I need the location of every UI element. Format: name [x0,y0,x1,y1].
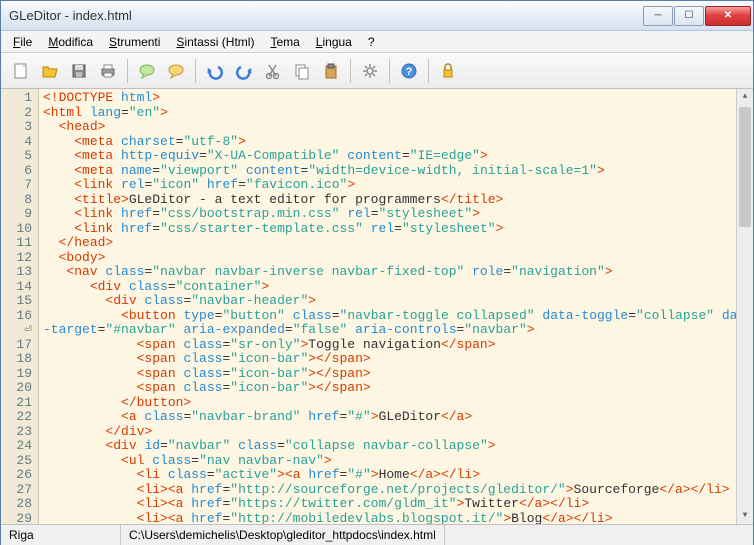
help-button[interactable]: ? [395,57,423,85]
open-file-button[interactable] [36,57,64,85]
copy-button[interactable] [288,57,316,85]
toolbar-separator [195,59,196,83]
window-controls: ─ ☐ ✕ [642,6,751,26]
toolbar-separator [350,59,351,83]
menubar: File Modifica Strumenti Sintassi (Html) … [1,31,753,53]
menu-sintassi[interactable]: Sintassi (Html) [170,33,260,51]
scroll-thumb[interactable] [739,107,751,227]
line-gutter: 1 2 3 4 5 6 7 8 9 10 11 12 13 14 15 16 ⏎… [1,89,39,524]
comment-button[interactable] [133,57,161,85]
maximize-button[interactable]: ☐ [674,6,704,26]
menu-strumenti[interactable]: Strumenti [103,33,166,51]
toolbar-separator [428,59,429,83]
vertical-scrollbar[interactable]: ▲ ▼ [736,89,753,524]
statusbar: Riga C:\Users\demichelis\Desktop\gledito… [1,524,753,545]
print-button[interactable] [94,57,122,85]
toolbar-separator [127,59,128,83]
save-button[interactable] [65,57,93,85]
scroll-up-arrow[interactable]: ▲ [737,89,753,105]
editor[interactable]: 1 2 3 4 5 6 7 8 9 10 11 12 13 14 15 16 ⏎… [1,89,753,524]
code-area[interactable]: <!DOCTYPE html><html lang="en"> <head> <… [39,89,736,524]
menu-modifica[interactable]: Modifica [42,33,99,51]
menu-help[interactable]: ? [362,33,381,51]
paste-button[interactable] [317,57,345,85]
titlebar: GLeDitor - index.html ─ ☐ ✕ [1,1,753,31]
lock-button[interactable] [434,57,462,85]
toolbar: ? [1,53,753,89]
cut-button[interactable] [259,57,287,85]
window-title: GLeDitor - index.html [9,8,642,23]
status-riga: Riga [1,525,121,545]
redo-button[interactable] [230,57,258,85]
scroll-down-arrow[interactable]: ▼ [737,508,753,524]
close-button[interactable]: ✕ [705,6,751,26]
settings-button[interactable] [356,57,384,85]
new-file-button[interactable] [7,57,35,85]
minimize-button[interactable]: ─ [643,6,673,26]
undo-button[interactable] [201,57,229,85]
svg-text:?: ? [406,66,413,78]
menu-tema[interactable]: Tema [264,33,305,51]
menu-lingua[interactable]: Lingua [310,33,358,51]
uncomment-button[interactable] [162,57,190,85]
toolbar-separator [389,59,390,83]
status-path: C:\Users\demichelis\Desktop\gleditor_htt… [121,525,445,545]
menu-file[interactable]: File [7,33,38,51]
